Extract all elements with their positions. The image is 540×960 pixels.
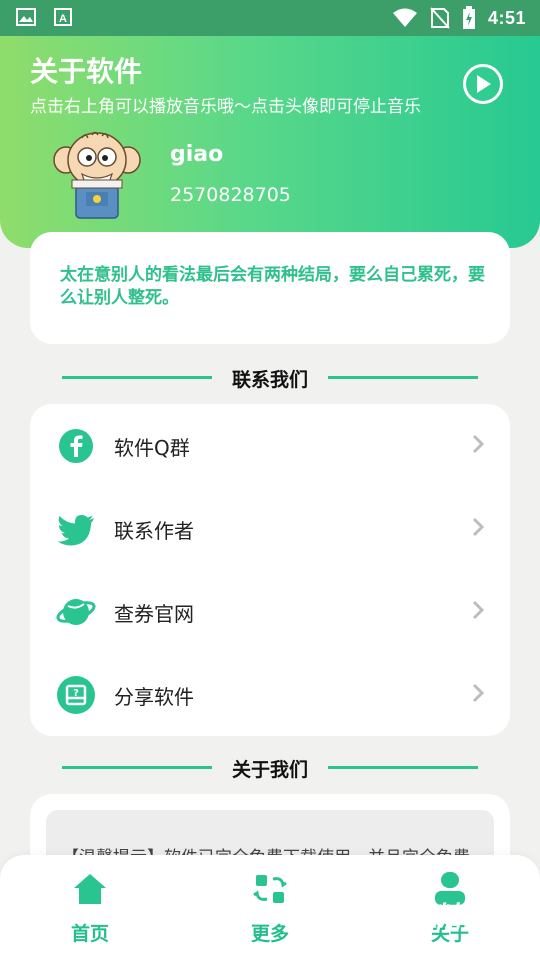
tab-label: 更多: [250, 923, 289, 945]
svg-text:A: A: [59, 13, 67, 25]
chevron-right-icon: [472, 517, 484, 537]
menu-item-contact-author[interactable]: 联系作者: [30, 487, 510, 570]
watermark-text: 精品下载: [432, 901, 538, 936]
quote-card: 太在意别人的看法最后会有两种结局，要么自己累死，要么让别人整死。: [30, 232, 510, 344]
twitter-icon: [57, 515, 94, 546]
planet-icon: [56, 599, 96, 625]
facebook-icon: [59, 429, 93, 463]
contact-menu: 软件Q群 联系作者 查券官网 ? 分享软件: [30, 404, 510, 736]
about-section-header: 关于我们: [0, 752, 540, 782]
menu-item-label: 软件Q群: [114, 436, 190, 460]
image-icon: [16, 8, 36, 26]
divider-line: [62, 766, 212, 769]
divider-line: [62, 376, 212, 379]
contact-section-header: 联系我们: [0, 362, 540, 392]
menu-item-qq-group[interactable]: 软件Q群: [30, 404, 510, 487]
watermark-logo: 精品下载: [388, 878, 540, 956]
chevron-right-icon: [472, 600, 484, 620]
menu-item-label: 分享软件: [114, 685, 194, 709]
tab-home[interactable]: 首页: [30, 869, 150, 953]
share-box-icon: ?: [57, 676, 95, 714]
profile-header: 关于软件 点击右上角可以播放音乐哦～点击头像即可停止音乐 giao 257082…: [0, 36, 540, 248]
page-title: 关于软件: [30, 55, 143, 88]
refresh-grid-icon: [253, 875, 287, 903]
quote-text: 太在意别人的看法最后会有两种结局，要么自己累死，要么让别人整死。: [60, 265, 485, 308]
play-circle-icon: [477, 75, 491, 93]
battery-charging-icon: [462, 6, 475, 29]
tab-label: 首页: [70, 923, 109, 945]
chevron-right-icon: [472, 683, 484, 703]
wifi-icon: [392, 8, 417, 27]
status-bar: A 4:51: [0, 0, 540, 36]
username: giao: [170, 142, 224, 167]
header-subtitle: 点击右上角可以播放音乐哦～点击头像即可停止音乐: [30, 97, 421, 117]
menu-item-official-site[interactable]: 查券官网: [30, 570, 510, 653]
section-title: 关于我们: [231, 759, 308, 781]
play-music-button[interactable]: [463, 64, 503, 104]
user-id: 2570828705: [170, 184, 291, 206]
clock: 4:51: [487, 7, 526, 28]
menu-item-label: 查券官网: [114, 602, 194, 626]
menu-item-share-app[interactable]: ? 分享软件: [30, 653, 510, 736]
menu-item-label: 联系作者: [114, 519, 194, 543]
tab-more[interactable]: 更多: [210, 869, 330, 953]
home-icon: [74, 874, 106, 904]
font-icon: A: [54, 8, 72, 26]
svg-text:?: ?: [73, 688, 79, 699]
no-sim-icon: [430, 7, 450, 29]
section-title: 联系我们: [231, 369, 308, 391]
divider-line: [328, 376, 478, 379]
chevron-right-icon: [472, 434, 484, 454]
avatar[interactable]: [52, 130, 142, 220]
divider-line: [328, 766, 478, 769]
